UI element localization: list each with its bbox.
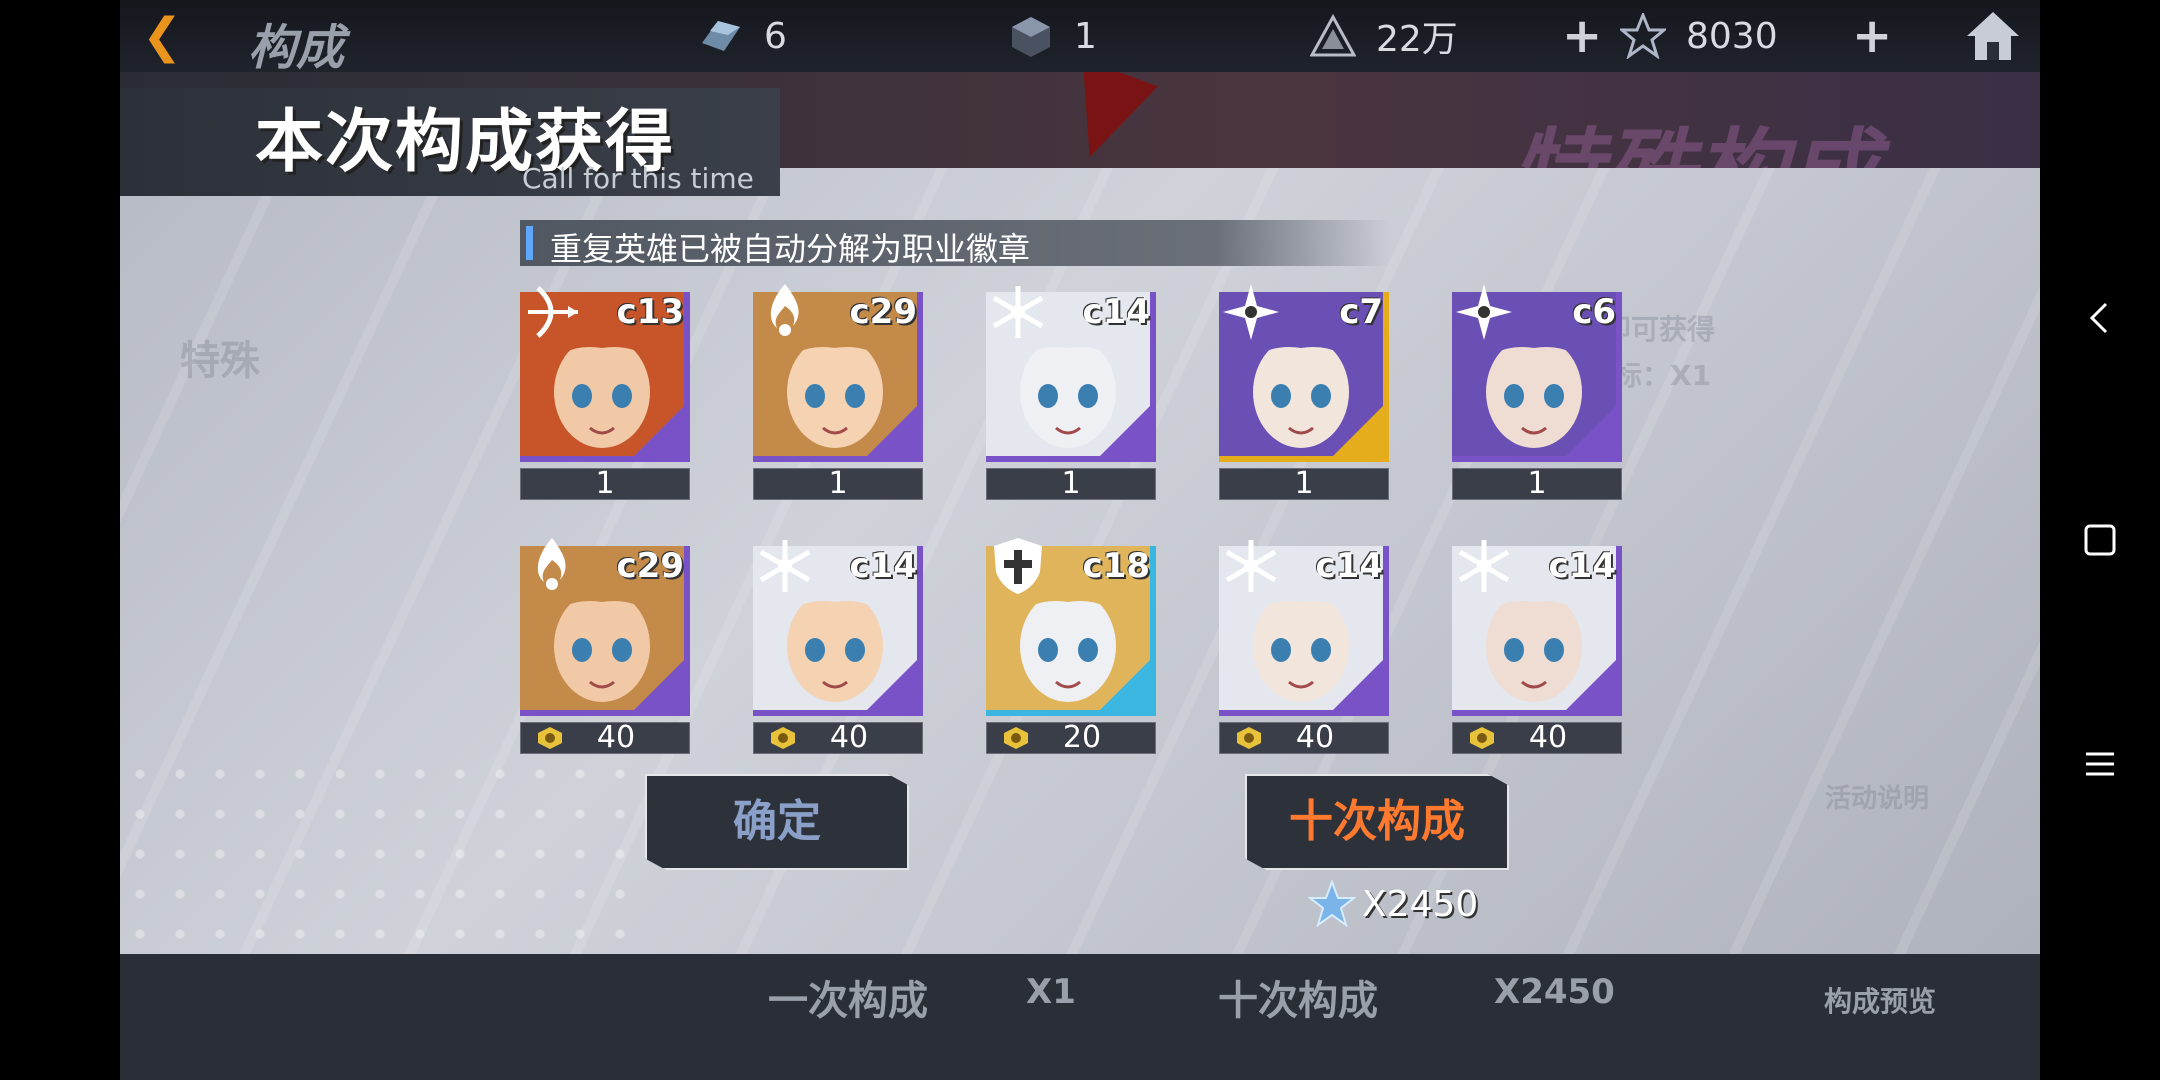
badge-count-value: 40 — [1295, 720, 1335, 755]
gem-shard-count: 6 — [764, 15, 787, 57]
hero-card[interactable]: c29 — [520, 538, 690, 716]
hero-count: 1 — [1452, 468, 1622, 500]
bow-icon — [528, 286, 578, 338]
gem-shard-icon — [698, 13, 744, 59]
cube-ticket-icon — [1008, 13, 1054, 59]
duplicate-notice: 重复英雄已被自动分解为职业徽章 — [520, 220, 1390, 268]
top-bar: ❮ 构成 6 1 22万 + 8030 + — [120, 0, 2040, 76]
hero-count-value: 1 — [1061, 466, 1081, 501]
class-badge-icon — [538, 727, 562, 749]
shuriken-icon — [1223, 284, 1279, 340]
hero-level: c6 — [1572, 292, 1616, 332]
badge-count-value: 20 — [1062, 720, 1102, 755]
nav-back-icon[interactable] — [2072, 290, 2128, 346]
underlying-pull-bar: 一次构成 X1 十次构成 X2450 构成预览 — [120, 954, 2040, 1080]
class-badge-icon — [1470, 727, 1494, 749]
ten-pull-cost-bg: X2450 — [1494, 972, 1615, 1012]
flame-icon — [770, 284, 799, 336]
home-icon[interactable] — [1965, 10, 2021, 62]
shield-cross-icon — [994, 538, 1042, 594]
add-crystal-button[interactable]: + — [1852, 12, 1892, 60]
hero-level: c14 — [1548, 546, 1616, 586]
badge-count: 40 — [753, 722, 923, 754]
snowflake-icon — [1225, 540, 1277, 592]
nav-menu-icon[interactable] — [2072, 736, 2128, 792]
hero-card[interactable]: c13 — [520, 286, 690, 462]
hero-card[interactable]: c7 — [1219, 284, 1389, 462]
class-badge-icon — [1004, 727, 1028, 749]
badge-count-value: 40 — [1528, 720, 1568, 755]
hero-level: c18 — [1082, 546, 1150, 586]
ten-pull-cost: X2450 — [1307, 879, 1479, 928]
hero-count: 1 — [753, 468, 923, 500]
hero-count-value: 1 — [1527, 466, 1547, 501]
hero-level: c13 — [616, 292, 684, 332]
preview-label: 构成预览 — [1824, 985, 1937, 1018]
hero-level: c14 — [1082, 292, 1150, 332]
hero-card[interactable]: c14 — [1452, 540, 1622, 716]
hero-level: c29 — [616, 546, 684, 586]
hero-card[interactable]: c29 — [753, 284, 923, 462]
single-pull-cost: X1 — [1026, 972, 1076, 1012]
hero-level: c14 — [1315, 546, 1383, 586]
ghost-side-tab: 特殊 — [180, 338, 260, 384]
single-pull-label: 一次构成 — [768, 978, 928, 1024]
hero-card[interactable]: c14 — [753, 540, 923, 716]
system-nav-bar — [2040, 0, 2160, 1080]
resource-star-crystal: 8030 — [1620, 0, 1778, 72]
gold-amount: 22万 — [1376, 19, 1458, 60]
confirm-button[interactable]: 确定 — [645, 774, 909, 870]
star-crystal-icon — [1620, 13, 1666, 59]
class-badge-icon — [1237, 727, 1261, 749]
add-gold-button[interactable]: + — [1562, 12, 1602, 60]
hero-count-value: 1 — [1294, 466, 1314, 501]
game-screen: 特殊构成 ❮ 构成 6 1 22万 + 8030 — [120, 0, 2040, 1080]
hero-count: 1 — [986, 468, 1156, 500]
star-crystal-icon — [1307, 879, 1357, 928]
dialog-subtitle: Call for this time — [522, 162, 754, 195]
shuriken-icon — [1456, 284, 1512, 340]
resource-gem-shard: 6 — [698, 0, 787, 72]
badge-count-value: 40 — [829, 720, 869, 755]
nav-home-icon[interactable] — [2072, 512, 2128, 568]
gold-pyramid-icon — [1310, 13, 1356, 59]
hero-count: 1 — [520, 468, 690, 500]
ten-pull-label-bg: 十次构成 — [1218, 978, 1378, 1024]
hero-level: c14 — [849, 546, 917, 586]
back-arrow-icon[interactable]: ❮ — [142, 12, 182, 60]
ghost-event-desc: 活动说明 — [1825, 784, 1930, 814]
hero-count-value: 1 — [828, 466, 848, 501]
badge-count: 40 — [1219, 722, 1389, 754]
hero-card[interactable]: c18 — [986, 538, 1156, 716]
flame-icon — [537, 538, 566, 590]
cube-ticket-count: 1 — [1074, 15, 1097, 57]
hero-level: c29 — [849, 292, 917, 332]
dot-pattern — [120, 754, 640, 954]
snowflake-icon — [1458, 540, 1510, 592]
badge-count: 40 — [1452, 722, 1622, 754]
ten-pull-button[interactable]: 十次构成 — [1245, 774, 1509, 870]
hero-count-value: 1 — [595, 466, 615, 501]
hero-card[interactable]: c14 — [986, 286, 1156, 462]
resource-cube-ticket: 1 — [1008, 0, 1097, 72]
hero-level: c7 — [1339, 292, 1383, 332]
ten-pull-cost-value: X2450 — [1362, 883, 1479, 925]
resource-gold: 22万 — [1310, 0, 1458, 72]
duplicate-notice-text: 重复英雄已被自动分解为职业徽章 — [550, 230, 1031, 268]
hero-card[interactable]: c14 — [1219, 540, 1389, 716]
star-crystal-amount: 8030 — [1686, 15, 1778, 57]
snowflake-icon — [759, 540, 811, 592]
hero-card[interactable]: c6 — [1452, 284, 1622, 462]
class-badge-icon — [771, 727, 795, 749]
hero-count: 1 — [1219, 468, 1389, 500]
badge-count: 20 — [986, 722, 1156, 754]
snowflake-icon — [992, 286, 1044, 338]
badge-count: 40 — [520, 722, 690, 754]
screen-title: 构成 — [248, 20, 345, 76]
badge-count-value: 40 — [596, 720, 636, 755]
